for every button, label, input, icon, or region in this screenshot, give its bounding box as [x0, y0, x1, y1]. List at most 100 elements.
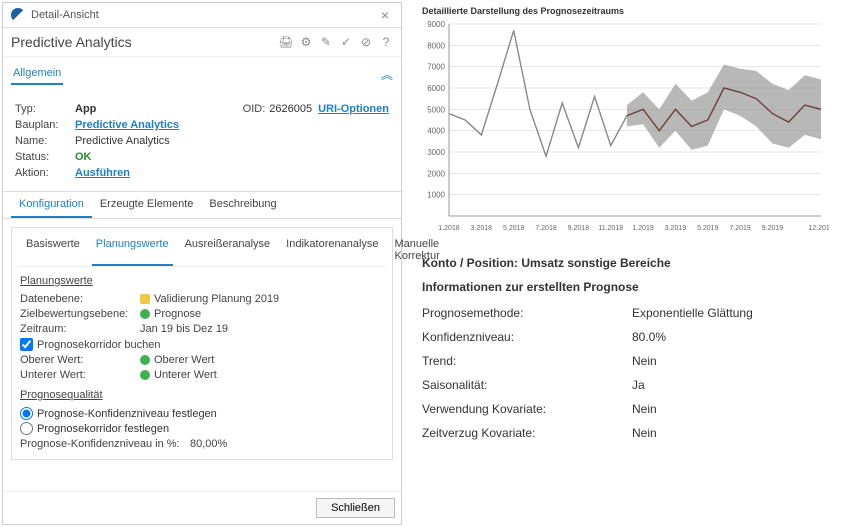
chart-title: Detaillierte Darstellung des Prognosezei… — [422, 6, 833, 16]
label-radio-konfidenz: Prognose-Konfidenzniveau festlegen — [37, 408, 217, 420]
upper-icon — [140, 355, 150, 365]
info-label: Konfidenzniveau: — [422, 330, 632, 344]
tab-allgemein[interactable]: Allgemein — [11, 63, 63, 85]
lower-icon — [140, 370, 150, 380]
layer-icon — [140, 294, 150, 304]
svg-text:3.2018: 3.2018 — [471, 225, 493, 232]
svg-text:9.2019: 9.2019 — [762, 225, 784, 232]
value-aktion[interactable]: Ausführen — [75, 167, 389, 179]
info-row: Trend:Nein — [422, 354, 833, 368]
section-allgemein: Allgemein ︽ — [3, 57, 401, 91]
info-label: Zeitverzug Kovariate: — [422, 426, 632, 440]
target-icon — [140, 309, 150, 319]
svg-text:1000: 1000 — [427, 191, 445, 200]
subtitle-row: Predictive Analytics 🖨 ⚙ ✎ ✓ ⊘ ? — [3, 28, 401, 57]
svg-text:5000: 5000 — [427, 105, 445, 114]
svg-text:7000: 7000 — [427, 63, 445, 72]
label-konfidenz: Prognose-Konfidenzniveau in %: — [20, 438, 190, 450]
svg-text:11.2018: 11.2018 — [598, 225, 623, 232]
app-logo-icon — [11, 8, 25, 22]
svg-text:12.2019: 12.2019 — [808, 225, 829, 232]
svg-text:5.2019: 5.2019 — [697, 225, 719, 232]
info-row: Verwendung Kovariate:Nein — [422, 402, 833, 416]
label-bauplan: Bauplan: — [15, 119, 75, 131]
info-row: Saisonalität:Ja — [422, 378, 833, 392]
label-typ: Typ: — [15, 103, 75, 115]
info-value: Nein — [632, 402, 833, 416]
forecast-chart: 1000200030004000500060007000800090001.20… — [414, 18, 829, 238]
svg-text:6000: 6000 — [427, 84, 445, 93]
svg-text:2000: 2000 — [427, 169, 445, 178]
info-heading: Informationen zur erstellten Prognose — [422, 280, 833, 294]
value-datenebene: Validierung Planung 2019 — [154, 293, 279, 305]
close-button[interactable]: Schließen — [316, 498, 395, 518]
label-radio-korridor: Prognosekorridor festlegen — [37, 423, 169, 435]
subtab-indikatoren[interactable]: Indikatorenanalyse — [282, 234, 382, 266]
svg-text:1.2018: 1.2018 — [438, 225, 460, 232]
label-prognosekorridor-buchen: Prognosekorridor buchen — [37, 339, 161, 351]
label-zeitraum: Zeitraum: — [20, 323, 140, 335]
dialog-title: Detail-Ansicht — [31, 9, 377, 21]
info-label: Saisonalität: — [422, 378, 632, 392]
value-status: OK — [75, 151, 389, 163]
subtab-planungswerte[interactable]: Planungswerte — [92, 234, 173, 266]
radio-korridor[interactable] — [20, 422, 33, 435]
label-zielbewertung: Zielbewertungsebene: — [20, 308, 140, 320]
titlebar: Detail-Ansicht × — [3, 3, 401, 28]
svg-text:9.2018: 9.2018 — [568, 225, 590, 232]
svg-text:3000: 3000 — [427, 148, 445, 157]
edit-icon[interactable]: ✎ — [319, 35, 333, 49]
help-icon[interactable]: ? — [379, 35, 393, 49]
label-unterer: Unterer Wert: — [20, 369, 140, 381]
label-status: Status: — [15, 151, 75, 163]
svg-text:3.2019: 3.2019 — [665, 225, 687, 232]
info-value: 80.0% — [632, 330, 833, 344]
subtab-ausreisser[interactable]: Ausreißeranalyse — [181, 234, 275, 266]
settings-icon[interactable]: ⚙ — [299, 35, 313, 49]
value-oid: 2626005 — [269, 103, 312, 115]
svg-text:5.2018: 5.2018 — [503, 225, 525, 232]
info-label: Verwendung Kovariate: — [422, 402, 632, 416]
radio-konfidenz[interactable] — [20, 407, 33, 420]
value-zeitraum: Jan 19 bis Dez 19 — [140, 323, 384, 335]
dialog-subtitle: Predictive Analytics — [11, 34, 279, 50]
check-icon[interactable]: ✓ — [339, 35, 353, 49]
svg-text:4000: 4000 — [427, 127, 445, 136]
subtab-basiswerte[interactable]: Basiswerte — [22, 234, 84, 266]
right-panel: Detaillierte Darstellung des Prognosezei… — [404, 0, 843, 527]
label-aktion: Aktion: — [15, 167, 75, 179]
tab-beschreibung[interactable]: Beschreibung — [201, 192, 284, 218]
cancel-icon[interactable]: ⊘ — [359, 35, 373, 49]
tab-erzeugte-elemente[interactable]: Erzeugte Elemente — [92, 192, 202, 218]
value-typ: App — [75, 103, 243, 115]
close-icon[interactable]: × — [377, 7, 393, 23]
svg-text:1.2019: 1.2019 — [632, 225, 654, 232]
uri-optionen-link[interactable]: URI-Optionen — [318, 103, 389, 115]
value-oberer: Oberer Wert — [154, 354, 214, 366]
svg-text:9000: 9000 — [427, 20, 445, 29]
label-name: Name: — [15, 135, 75, 147]
svg-text:7.2018: 7.2018 — [535, 225, 557, 232]
tab-konfiguration[interactable]: Konfiguration — [11, 192, 92, 218]
info-value: Nein — [632, 426, 833, 440]
value-zielbewertung: Prognose — [154, 308, 201, 320]
print-icon[interactable]: 🖨 — [279, 35, 293, 49]
info-row: Zeitverzug Kovariate:Nein — [422, 426, 833, 440]
value-bauplan[interactable]: Predictive Analytics — [75, 119, 389, 131]
chevron-up-icon[interactable]: ︽ — [381, 66, 393, 83]
info-label: Prognosemethode: — [422, 306, 632, 320]
value-konfidenz: 80,00% — [190, 438, 227, 450]
checkbox-prognosekorridor[interactable] — [20, 338, 33, 351]
label-oid: OID: — [243, 103, 266, 115]
subtabs: Basiswerte Planungswerte Ausreißeranalys… — [18, 234, 386, 267]
info-row: Prognosemethode:Exponentielle Glättung — [422, 306, 833, 320]
main-tabs: Konfiguration Erzeugte Elemente Beschrei… — [3, 191, 401, 219]
info-value: Exponentielle Glättung — [632, 306, 833, 320]
konto-heading: Konto / Position: Umsatz sonstige Bereic… — [422, 256, 833, 270]
value-unterer: Unterer Wert — [154, 369, 217, 381]
svg-text:7.2019: 7.2019 — [729, 225, 751, 232]
info-row: Konfidenzniveau:80.0% — [422, 330, 833, 344]
info-label: Trend: — [422, 354, 632, 368]
info-value: Ja — [632, 378, 833, 392]
info-value: Nein — [632, 354, 833, 368]
